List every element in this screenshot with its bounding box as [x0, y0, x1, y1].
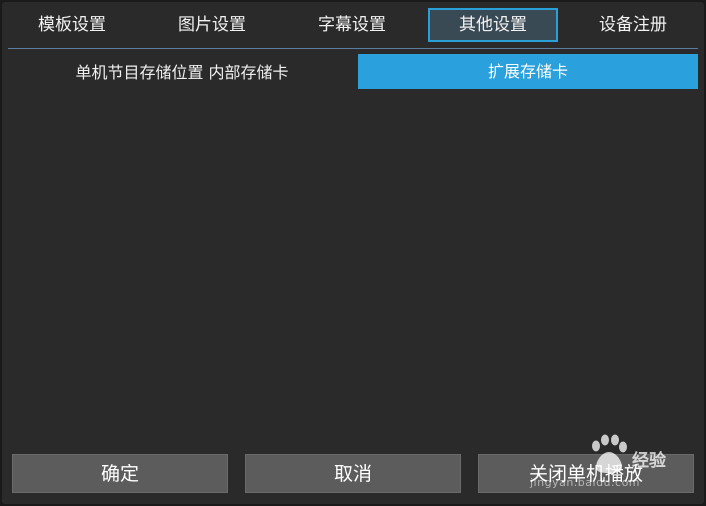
tab-divider: [8, 48, 698, 49]
settings-dialog: 模板设置 图片设置 字幕设置 其他设置 设备注册 单机节目存储位置 内部存储卡 …: [2, 2, 704, 504]
tab-device-registration[interactable]: 设备注册: [568, 8, 698, 42]
baidu-watermark: 经验 jingyan.baidu.com: [530, 432, 696, 492]
tab-template-settings[interactable]: 模板设置: [8, 8, 136, 42]
tab-other-settings[interactable]: 其他设置: [428, 8, 558, 42]
storage-location-label: 单机节目存储位置 内部存储卡: [75, 63, 289, 82]
external-storage-option[interactable]: 扩展存储卡: [358, 54, 698, 89]
tab-subtitle-settings[interactable]: 字幕设置: [288, 8, 416, 42]
tab-image-settings[interactable]: 图片设置: [148, 8, 276, 42]
watermark-brand-text: 经验: [632, 451, 666, 471]
ok-button[interactable]: 确定: [12, 454, 228, 493]
paw-logo-icon: [592, 434, 627, 473]
tab-bar: 模板设置 图片设置 字幕设置 其他设置 设备注册: [2, 2, 704, 48]
watermark-url: jingyan.baidu.com: [530, 476, 641, 489]
cancel-button[interactable]: 取消: [245, 454, 461, 493]
